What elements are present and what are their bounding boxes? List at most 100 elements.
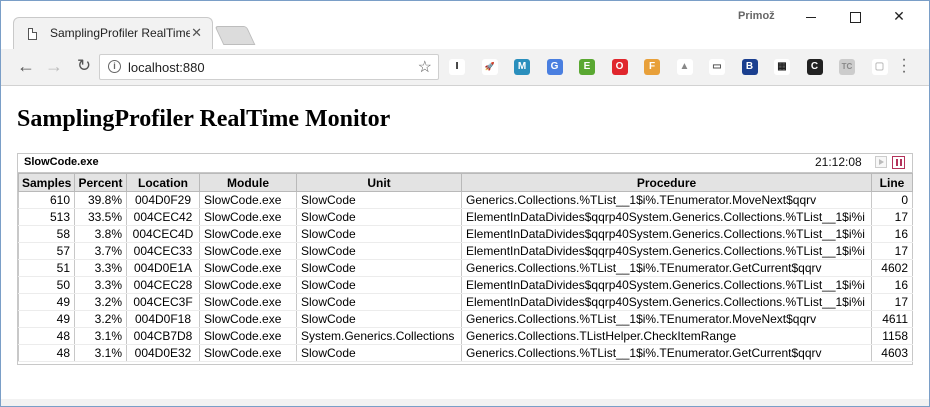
- process-name: SlowCode.exe: [24, 156, 99, 168]
- browser-toolbar: ← → ↻ i localhost:880 ☆ I 🚀 M G E O F ▲ ▭ B ▦ C TC ▢ …: [1, 49, 929, 86]
- reload-button[interactable]: ↻: [73, 55, 95, 77]
- samples-table: Samples Percent Location Module Unit Procedur…: [18, 173, 913, 362]
- column-header-location[interactable]: Location: [126, 173, 200, 192]
- procedure-cell: Generics.Collections.%TList__1$i%.TEnume…: [461, 191, 872, 209]
- location-cell: 004CEC42: [126, 208, 200, 226]
- unit-cell: SlowCode: [296, 276, 462, 294]
- unit-cell: SlowCode: [296, 344, 462, 362]
- maximize-icon: [849, 11, 861, 23]
- arrow-left-icon: ←: [17, 56, 35, 76]
- column-header-unit[interactable]: Unit: [296, 173, 462, 192]
- table-row[interactable]: 50 3.3% 004CEC28 SlowCode.exe SlowCode Elemen…: [18, 276, 913, 294]
- samples-cell: 51: [18, 259, 75, 277]
- forward-button[interactable]: →: [43, 55, 65, 77]
- location-cell: 004D0E1A: [126, 259, 200, 277]
- percent-cell: 39.8%: [74, 191, 127, 209]
- unit-cell: SlowCode: [296, 191, 462, 209]
- line-cell: 0: [871, 191, 913, 209]
- tab-close-icon[interactable]: ✕: [191, 25, 202, 41]
- procedure-cell: ElementInDataDivides$qqrp40System.Generi…: [461, 276, 872, 294]
- screen-icon[interactable]: ▢: [871, 59, 888, 75]
- samples-cell: 48: [18, 344, 75, 362]
- url-text[interactable]: localhost:880: [128, 60, 205, 75]
- location-cell: 004D0F18: [126, 310, 200, 328]
- line-cell: 16: [871, 225, 913, 243]
- column-header-procedure[interactable]: Procedure: [461, 173, 872, 192]
- procedure-cell: Generics.Collections.%TList__1$i%.TEnume…: [461, 344, 872, 362]
- new-tab-button[interactable]: [214, 26, 256, 45]
- page-icon: [28, 28, 37, 40]
- location-cell: 004CEC4D: [126, 225, 200, 243]
- b-icon[interactable]: B: [741, 59, 758, 75]
- browser-tab[interactable]: SamplingProfiler RealTime Monitor ✕: [13, 17, 213, 49]
- info-icon[interactable]: i: [108, 60, 121, 73]
- samples-cell: 49: [18, 310, 75, 328]
- location-cell: 004CEC3F: [126, 293, 200, 311]
- evernote-icon[interactable]: E: [579, 59, 595, 75]
- table-row[interactable]: 49 3.2% 004CEC3F SlowCode.exe SlowCode Elemen…: [18, 293, 913, 311]
- table-row[interactable]: 610 39.8% 004D0F29 SlowCode.exe SlowCode Gene…: [18, 191, 913, 209]
- profile-name[interactable]: Primož: [738, 10, 775, 22]
- close-icon: ✕: [893, 8, 905, 24]
- column-header-percent[interactable]: Percent: [74, 173, 127, 192]
- procedure-cell: Generics.Collections.TListHelper.CheckIt…: [461, 327, 872, 345]
- line-cell: 4611: [871, 310, 913, 328]
- star-icon[interactable]: ☆: [418, 57, 432, 77]
- table-row[interactable]: 51 3.3% 004D0E1A SlowCode.exe SlowCode Generi…: [18, 259, 913, 277]
- table-row[interactable]: 57 3.7% 004CEC33 SlowCode.exe SlowCode Elemen…: [18, 242, 913, 260]
- opera-icon[interactable]: O: [611, 59, 628, 75]
- tc-icon[interactable]: TC: [839, 59, 855, 75]
- drive-icon[interactable]: ▲: [676, 59, 693, 75]
- speech-icon[interactable]: M: [514, 59, 530, 75]
- table-row[interactable]: 48 3.1% 004CB7D8 SlowCode.exe System.Generic…: [18, 327, 913, 345]
- pause-button[interactable]: [892, 156, 905, 169]
- minimize-button[interactable]: [788, 5, 834, 27]
- page-title: SamplingProfiler RealTime Monitor: [17, 106, 391, 132]
- module-cell: SlowCode.exe: [199, 293, 297, 311]
- menu-dots-icon[interactable]: · · ·: [899, 52, 909, 80]
- table-row[interactable]: 49 3.2% 004D0F18 SlowCode.exe SlowCode Generi…: [18, 310, 913, 328]
- unit-cell: SlowCode: [296, 310, 462, 328]
- panel-header: SlowCode.exe 21:12:08: [18, 154, 912, 173]
- module-cell: SlowCode.exe: [199, 310, 297, 328]
- fox-icon[interactable]: F: [644, 59, 660, 75]
- samples-cell: 513: [18, 208, 75, 226]
- procedure-cell: Generics.Collections.%TList__1$i%.TEnume…: [461, 259, 872, 277]
- back-button[interactable]: ←: [15, 55, 37, 77]
- column-header-line[interactable]: Line: [871, 173, 913, 192]
- play-button[interactable]: [875, 156, 887, 168]
- table-row[interactable]: 513 33.5% 004CEC42 SlowCode.exe SlowCode Elem…: [18, 208, 913, 226]
- percent-cell: 3.1%: [74, 344, 127, 362]
- minimize-icon: [806, 16, 816, 18]
- table-body: 610 39.8% 004D0F29 SlowCode.exe SlowCode Gene…: [18, 191, 913, 362]
- translate-icon[interactable]: G: [546, 59, 563, 75]
- line-cell: 17: [871, 208, 913, 226]
- samples-cell: 610: [18, 191, 75, 209]
- procedure-cell: ElementInDataDivides$qqrp40System.Generi…: [461, 208, 872, 226]
- procedure-cell: ElementInDataDivides$qqrp40System.Generi…: [461, 242, 872, 260]
- monitor-panel: SlowCode.exe 21:12:08 Samples Percent Loca…: [17, 153, 913, 365]
- column-header-module[interactable]: Module: [199, 173, 297, 192]
- arrow-right-icon: →: [45, 56, 63, 76]
- close-window-button[interactable]: ✕: [876, 5, 922, 27]
- percent-cell: 3.2%: [74, 293, 127, 311]
- table-row[interactable]: 58 3.8% 004CEC4D SlowCode.exe SlowCode Elemen…: [18, 225, 913, 243]
- qr-icon[interactable]: ▦: [774, 59, 790, 75]
- column-header-samples[interactable]: Samples: [18, 173, 75, 192]
- table-row[interactable]: 48 3.1% 004D0E32 SlowCode.exe SlowCode Generi…: [18, 344, 913, 362]
- module-cell: SlowCode.exe: [199, 208, 297, 226]
- address-bar[interactable]: i localhost:880 ☆: [99, 54, 439, 80]
- c-icon[interactable]: C: [806, 59, 823, 75]
- procedure-cell: ElementInDataDivides$qqrp40System.Generi…: [461, 293, 872, 311]
- table-header: Samples Percent Location Module Unit Procedur…: [18, 173, 913, 192]
- procedure-cell: ElementInDataDivides$qqrp40System.Generi…: [461, 225, 872, 243]
- maximize-button[interactable]: [832, 5, 878, 27]
- tab-title: SamplingProfiler RealTime Monitor: [50, 26, 190, 40]
- rocket-icon[interactable]: 🚀: [481, 59, 498, 75]
- line-cell: 17: [871, 242, 913, 260]
- instapaper-icon[interactable]: I: [449, 59, 465, 75]
- browser-window: SamplingProfiler RealTime Monitor ✕ Prim…: [0, 0, 930, 407]
- line-cell: 17: [871, 293, 913, 311]
- module-cell: SlowCode.exe: [199, 259, 297, 277]
- cast-icon[interactable]: ▭: [709, 59, 725, 75]
